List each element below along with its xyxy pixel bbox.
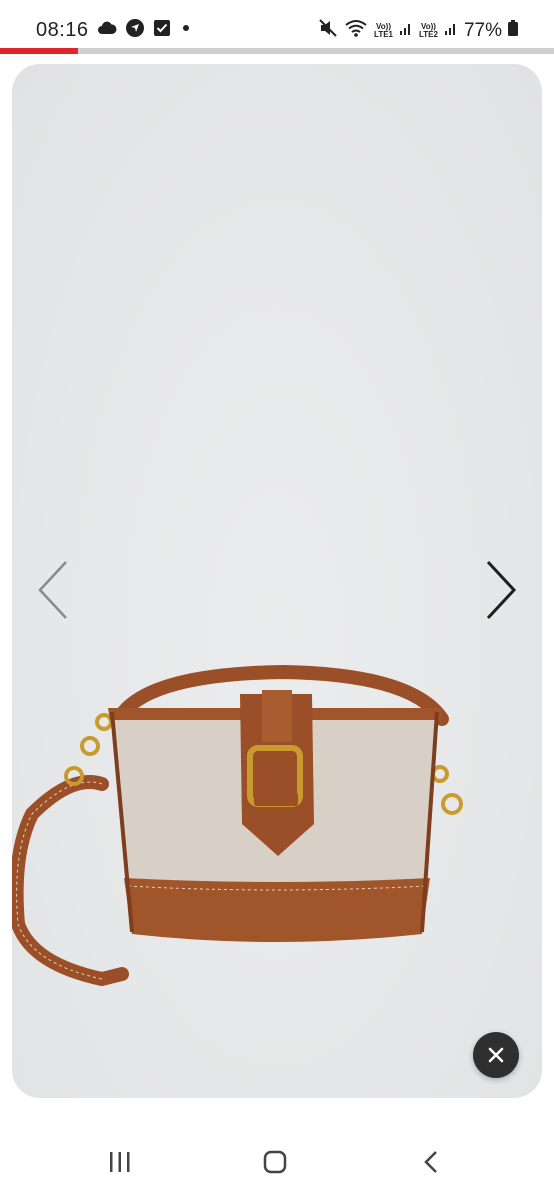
cloud-icon: [97, 21, 117, 40]
mute-icon: [318, 18, 338, 43]
recent-apps-button[interactable]: [108, 1150, 132, 1179]
wifi-icon: [344, 18, 368, 43]
bucket-bag-image: [12, 624, 542, 1069]
next-image-button[interactable]: [480, 558, 520, 622]
signal-icon: [399, 20, 413, 41]
battery-icon: [508, 20, 518, 41]
checkbox-icon: [153, 19, 171, 42]
status-right: Vo)) LTE1 Vo)) LTE2 77%: [318, 18, 518, 43]
story-progress-track: [0, 48, 554, 54]
dot-icon: [179, 21, 193, 40]
back-button[interactable]: [420, 1150, 444, 1179]
clock: 08:16: [36, 19, 89, 41]
home-button[interactable]: [263, 1150, 287, 1179]
back-icon: [424, 1151, 437, 1173]
location-icon: [125, 18, 145, 43]
sim2-label: Vo)) LTE2: [419, 21, 438, 39]
status-left: 08:16: [36, 18, 193, 43]
story-progress-fill: [0, 48, 78, 54]
recent-apps-icon: [110, 1152, 130, 1172]
system-navigation-bar: [0, 1130, 554, 1200]
close-icon: [488, 1047, 504, 1063]
chevron-right-icon: [486, 560, 517, 620]
signal-icon: [444, 20, 458, 41]
sim1-label: Vo)) LTE1: [374, 21, 393, 39]
close-viewer-button[interactable]: [473, 1032, 519, 1078]
home-icon: [263, 1150, 287, 1174]
battery-percent: 77%: [463, 19, 502, 41]
chevron-left-icon: [38, 561, 67, 619]
image-viewer[interactable]: [12, 64, 542, 1098]
previous-image-button[interactable]: [34, 558, 74, 622]
status-bar: 08:16 Vo)) LTE1 Vo)) LTE2 77%: [0, 0, 554, 48]
